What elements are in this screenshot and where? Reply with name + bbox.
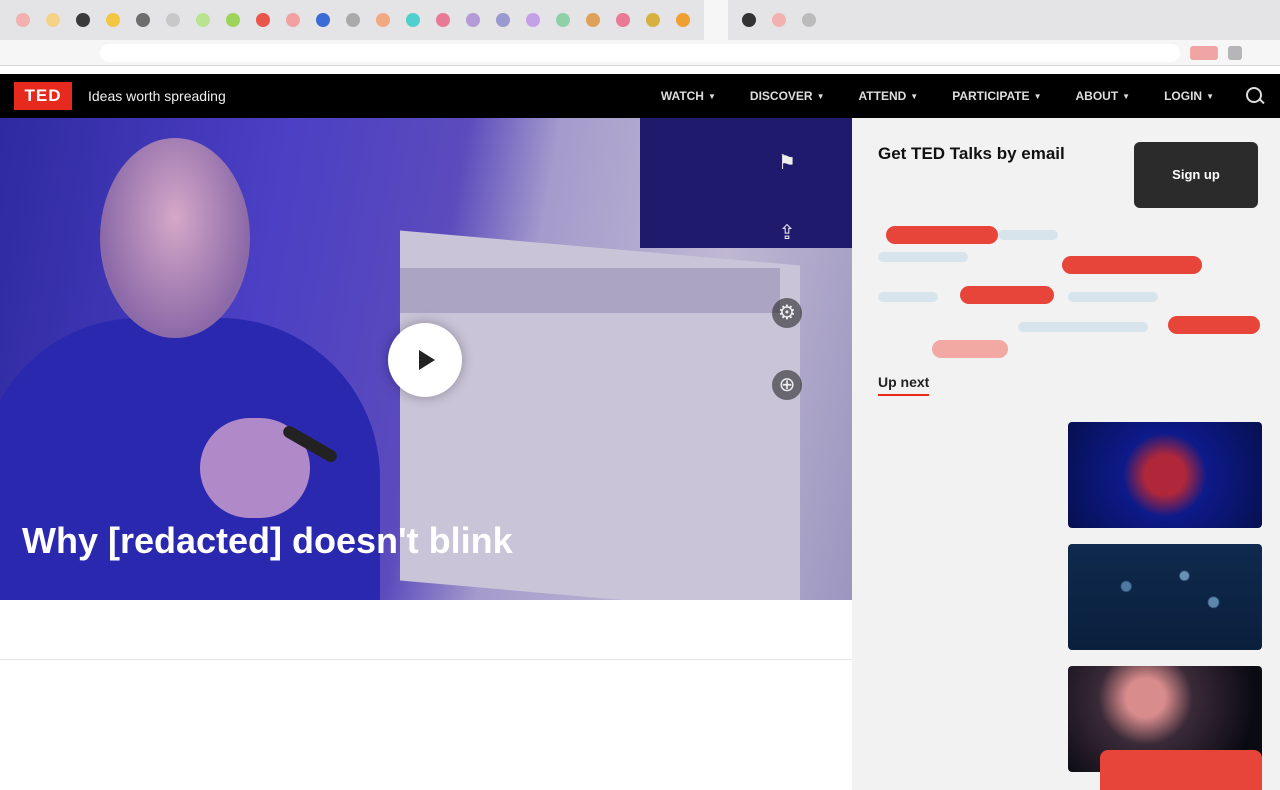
video-player[interactable]: ⚑ ⇪ ⚙ ⊕ Why [redacted] doesn't blink [0, 118, 852, 600]
caret-down-icon: ▼ [816, 91, 825, 101]
browser-tab-favicon[interactable] [106, 13, 120, 27]
browser-tab-favicon[interactable] [646, 13, 660, 27]
tagline: Ideas worth spreading [88, 88, 226, 104]
topic-tag[interactable] [886, 226, 998, 244]
browser-tab-favicon[interactable] [346, 13, 360, 27]
share-icon[interactable]: ⇪ [772, 218, 802, 248]
topic-tag[interactable] [1168, 316, 1260, 334]
browser-tab-favicon[interactable] [526, 13, 540, 27]
play-button[interactable] [388, 323, 462, 397]
caret-down-icon: ▼ [1033, 91, 1042, 101]
nav-about[interactable]: ABOUT ▼ [1075, 89, 1130, 103]
browser-tab-favicon[interactable] [616, 13, 630, 27]
browser-tab-favicon[interactable] [586, 13, 600, 27]
nav-discover[interactable]: DISCOVER ▼ [750, 89, 825, 103]
browser-tab-favicon[interactable] [196, 13, 210, 27]
topic-tag[interactable] [960, 286, 1054, 304]
browser-tab-favicon[interactable] [136, 13, 150, 27]
speaker-head [100, 138, 250, 338]
rec-thumbnail[interactable] [1068, 422, 1262, 528]
rec-thumbnail[interactable] [1068, 544, 1262, 650]
nav-attend[interactable]: ATTEND ▼ [859, 89, 919, 103]
play-icon [419, 350, 435, 370]
browser-tab-favicon[interactable] [316, 13, 330, 27]
bookmark-icon[interactable]: ⚑ [772, 148, 802, 178]
browser-tab-favicon[interactable] [802, 13, 816, 27]
nav-login[interactable]: LOGIN ▼ [1164, 89, 1214, 103]
topic-placeholder [998, 230, 1058, 240]
email-signup-box: Get TED Talks by email [878, 144, 1108, 170]
talk-stats-row [0, 600, 852, 660]
rec-text [878, 672, 1038, 676]
browser-tab-favicon[interactable] [436, 13, 450, 27]
topic-placeholder [1018, 322, 1148, 332]
signup-button[interactable]: Sign up [1134, 142, 1258, 208]
topic-tags [878, 222, 1264, 362]
ted-logo[interactable]: TED [14, 82, 72, 110]
search-icon[interactable] [1244, 85, 1266, 107]
browser-tab-favicon[interactable] [16, 13, 30, 27]
url-field[interactable] [100, 43, 1180, 62]
topic-tag[interactable] [932, 340, 1008, 358]
topic-tag[interactable] [1062, 256, 1202, 274]
topic-placeholder [878, 252, 968, 262]
browser-tab-active[interactable] [704, 0, 728, 40]
browser-tab-favicon[interactable] [676, 13, 690, 27]
caret-down-icon: ▼ [1122, 91, 1131, 101]
video-title: Why [redacted] doesn't blink [22, 520, 513, 561]
browser-tab-favicon[interactable] [46, 13, 60, 27]
video-background [640, 118, 852, 248]
menu-icon[interactable] [1228, 45, 1242, 60]
browser-tab-favicon[interactable] [466, 13, 480, 27]
floating-action-button[interactable] [1100, 750, 1262, 790]
site-header: TED Ideas worth spreading WATCH ▼ DISCOVE… [0, 74, 1280, 118]
browser-tab-favicon[interactable] [256, 13, 270, 27]
up-next-heading: Up next [878, 374, 930, 396]
recommended-talk[interactable] [878, 544, 1264, 654]
browser-tab-favicon[interactable] [772, 13, 786, 27]
browser-tab-favicon[interactable] [286, 13, 300, 27]
browser-tab-favicon[interactable] [406, 13, 420, 27]
settings-icon[interactable]: ⚙ [772, 298, 802, 328]
browser-tab-favicon[interactable] [76, 13, 90, 27]
caret-down-icon: ▼ [1206, 91, 1214, 101]
recommended-talk[interactable] [878, 422, 1264, 532]
rec-text [878, 550, 1038, 554]
right-sidebar: Get TED Talks by email Sign up Up next [852, 118, 1280, 790]
browser-tab-strip [0, 0, 1280, 40]
nav-participate[interactable]: PARTICIPATE ▼ [952, 89, 1041, 103]
topic-placeholder [1068, 292, 1158, 302]
browser-tab-favicon[interactable] [556, 13, 570, 27]
caret-down-icon: ▼ [910, 91, 919, 101]
browser-tab-favicon[interactable] [166, 13, 180, 27]
browser-tab-favicon[interactable] [376, 13, 390, 27]
browser-tab-favicon[interactable] [496, 13, 510, 27]
language-icon[interactable]: ⊕ [772, 370, 802, 400]
video-slide-header [400, 268, 780, 313]
rec-text [878, 428, 1038, 432]
extension-icon[interactable] [1190, 45, 1218, 60]
caret-down-icon: ▼ [707, 91, 716, 101]
browser-tab-favicon[interactable] [226, 13, 240, 27]
browser-tab-favicon[interactable] [742, 13, 756, 27]
browser-address-bar [0, 40, 1280, 66]
nav-watch[interactable]: WATCH ▼ [661, 89, 716, 103]
email-signup-title: Get TED Talks by email [878, 144, 1065, 163]
main-nav: WATCH ▼ DISCOVER ▼ ATTEND ▼ PARTICIPATE ▼ AB… [627, 85, 1266, 107]
topic-placeholder [878, 292, 938, 302]
about-speaker [662, 690, 822, 712]
